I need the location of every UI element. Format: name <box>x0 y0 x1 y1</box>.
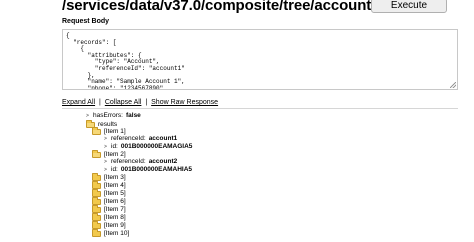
link-separator: | <box>99 99 101 106</box>
collapse-all-link[interactable]: Collapse All <box>105 99 142 106</box>
tree-node-item-2-reference-id: > referenceId: account2 <box>104 158 177 166</box>
tree-node-label: [Item 4] <box>104 182 126 189</box>
bullet-icon: > <box>104 136 107 142</box>
request-body-text: { "records": [ { "attributes": { "type":… <box>66 32 185 90</box>
tree-node-item[interactable]: [Item 10] <box>92 229 130 238</box>
tree-key: referenceId: <box>111 158 146 165</box>
request-body-textarea[interactable]: { "records": [ { "attributes": { "type":… <box>62 29 458 90</box>
tree-node-label: [Item 8] <box>104 214 126 221</box>
tree-value: account1 <box>148 135 178 142</box>
tree-value: account2 <box>148 158 178 165</box>
tree-node-label: [Item 6] <box>104 198 126 205</box>
expand-all-link[interactable]: Expand All <box>62 99 95 106</box>
divider <box>62 108 458 109</box>
endpoint-url: /services/data/v37.0/composite/tree/acco… <box>62 0 372 14</box>
bullet-icon: > <box>86 113 89 119</box>
folder-open-icon[interactable] <box>92 150 101 158</box>
tree-node-label: [Item 10] <box>104 230 130 237</box>
tree-node-label: [Item 3] <box>104 174 126 181</box>
tree-node-item-2-id: > id: 001B000000EAMAHIA5 <box>104 166 192 174</box>
resize-grip-icon[interactable] <box>450 82 456 88</box>
tree-node-item-1-reference-id: > referenceId: account1 <box>104 135 177 143</box>
bullet-icon: > <box>104 159 107 165</box>
tree-controls: Expand All | Collapse All | Show Raw Res… <box>62 99 218 106</box>
folder-closed-icon[interactable] <box>92 229 101 237</box>
folder-open-icon[interactable] <box>92 127 101 135</box>
execute-button[interactable]: Execute <box>371 0 447 13</box>
tree-key: id: <box>111 143 118 150</box>
tree-node-label: [Item 5] <box>104 190 126 197</box>
tree-node-has-errors: > hasErrors: false <box>86 112 141 120</box>
tree-value: false <box>125 112 141 119</box>
tree-value: 001B000000EAMAHIA5 <box>120 166 193 173</box>
tree-key: id: <box>111 166 118 173</box>
tree-node-label: [Item 7] <box>104 206 126 213</box>
bullet-icon: > <box>104 144 107 150</box>
bullet-icon: > <box>104 167 107 173</box>
tree-node-label: [Item 9] <box>104 222 126 229</box>
tree-key: hasErrors: <box>93 112 123 119</box>
tree-value: 001B000000EAMAGIA5 <box>120 143 193 150</box>
show-raw-response-link[interactable]: Show Raw Response <box>151 99 218 106</box>
link-separator: | <box>145 99 148 106</box>
tree-node-item-1-id: > id: 001B000000EAMAGIA5 <box>104 143 192 151</box>
tree-key: referenceId: <box>111 135 146 142</box>
request-body-label: Request Body <box>62 18 110 25</box>
